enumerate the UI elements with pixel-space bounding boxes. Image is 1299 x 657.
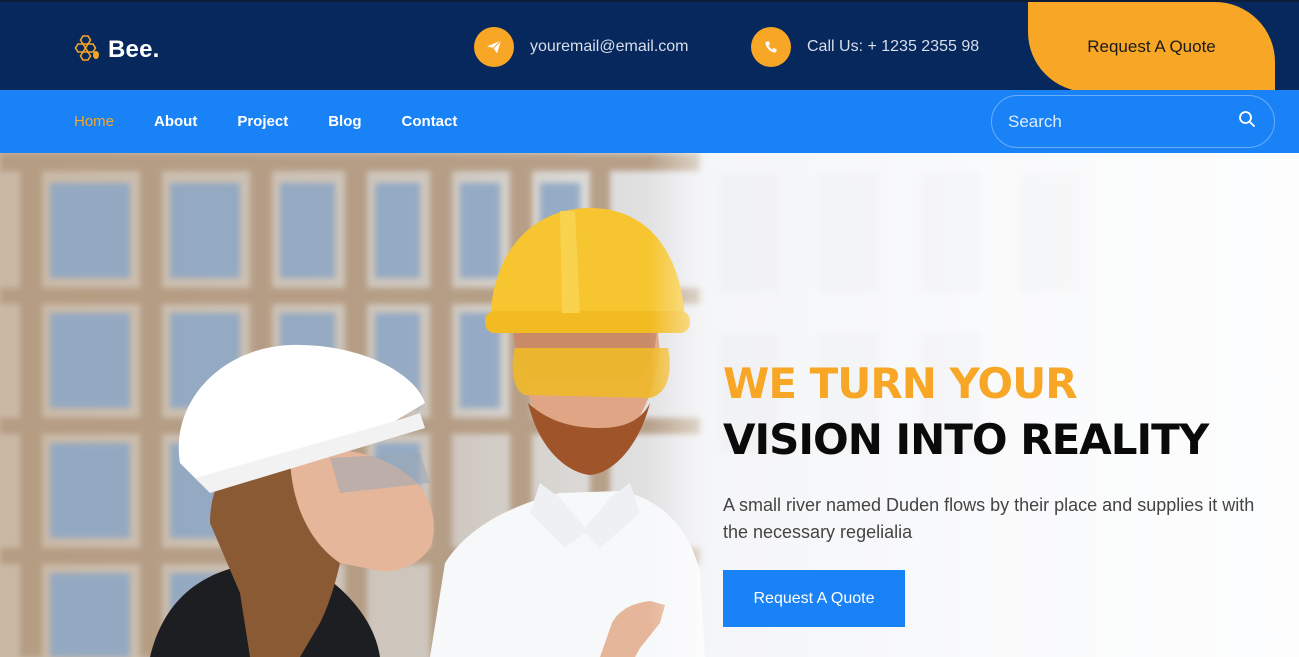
honeycomb-bee-icon — [74, 33, 102, 66]
top-bar: Bee. youremail@email.com Call Us: + 1235… — [0, 0, 1299, 92]
nav-item-project[interactable]: Project — [237, 113, 288, 130]
search-box — [991, 95, 1275, 148]
request-quote-button-top[interactable]: Request A Quote — [1028, 2, 1275, 92]
brand-name: Bee. — [108, 35, 160, 63]
hero-description: A small river named Duden flows by their… — [723, 495, 1255, 542]
nav-links: Home About Project Blog Contact — [74, 90, 497, 153]
contact-email-text: youremail@email.com — [530, 38, 689, 55]
main-nav: Home About Project Blog Contact — [0, 90, 1299, 153]
nav-item-blog[interactable]: Blog — [328, 113, 361, 130]
search-icon[interactable] — [1238, 110, 1256, 133]
hero-headline-line2: VISION INTO REALITY — [723, 415, 1209, 464]
request-quote-button-hero[interactable]: Request A Quote — [723, 570, 905, 627]
hero-headline-line1: WE TURN YOUR — [723, 359, 1078, 408]
contact-phone-text: Call Us: + 1235 2355 98 — [807, 38, 980, 55]
nav-item-contact[interactable]: Contact — [402, 113, 458, 130]
contact-email[interactable]: youremail@email.com — [474, 27, 689, 67]
nav-item-about[interactable]: About — [154, 113, 197, 130]
nav-item-home[interactable]: Home — [74, 113, 114, 130]
hero-section: WE TURN YOUR VISION INTO REALITY A small… — [0, 153, 1299, 657]
brand-logo[interactable]: Bee. — [74, 33, 160, 66]
contact-phone[interactable]: Call Us: + 1235 2355 98 — [751, 27, 979, 67]
paper-plane-icon — [474, 27, 514, 67]
hero-headline: WE TURN YOUR VISION INTO REALITY — [723, 358, 1283, 470]
phone-icon — [751, 27, 791, 67]
hero-content: WE TURN YOUR VISION INTO REALITY A small… — [723, 358, 1283, 627]
search-input[interactable] — [1008, 111, 1238, 132]
